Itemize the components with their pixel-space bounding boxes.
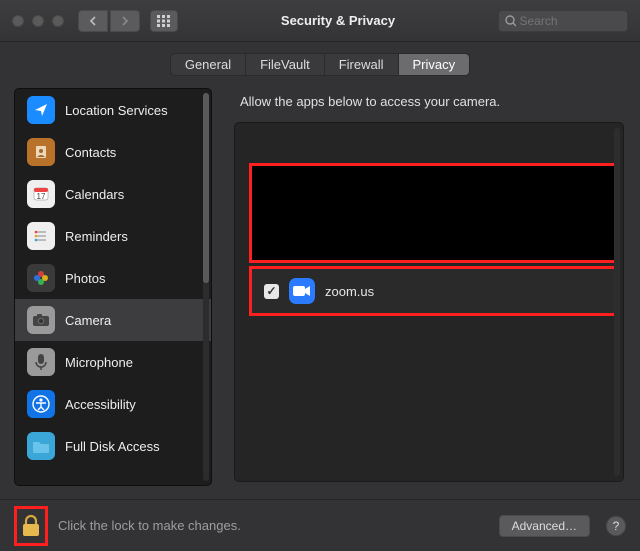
camera-icon (27, 306, 55, 334)
chevron-left-icon (89, 16, 97, 26)
sidebar-item-label: Camera (65, 313, 111, 328)
sidebar-item-reminders[interactable]: Reminders (15, 215, 211, 257)
photos-icon (27, 264, 55, 292)
contacts-icon (27, 138, 55, 166)
svg-text:17: 17 (37, 192, 46, 201)
sidebar-item-location[interactable]: Location Services (15, 89, 211, 131)
lock-icon (21, 514, 41, 538)
help-button[interactable]: ? (606, 516, 626, 536)
instruction-text: Allow the apps below to access your came… (224, 88, 626, 121)
sidebar-item-label: Accessibility (65, 397, 136, 412)
zoom-app-icon (289, 278, 315, 304)
folder-icon (27, 432, 55, 460)
sidebar-item-contacts[interactable]: Contacts (15, 131, 211, 173)
tabs: General FileVault Firewall Privacy (170, 53, 470, 76)
sidebar-item-label: Microphone (65, 355, 133, 370)
app-row-zoom[interactable]: ✓ zoom.us (249, 266, 617, 316)
tab-firewall[interactable]: Firewall (325, 54, 399, 75)
advanced-button[interactable]: Advanced… (499, 515, 590, 537)
footer: Click the lock to make changes. Advanced… (0, 499, 640, 551)
app-checkbox[interactable]: ✓ (264, 284, 279, 299)
privacy-sidebar: Location Services Contacts 17 Calendars … (14, 88, 212, 486)
search-field[interactable] (498, 10, 628, 32)
window-controls (12, 15, 64, 27)
tab-bar: General FileVault Firewall Privacy (0, 42, 640, 86)
sidebar-item-label: Photos (65, 271, 105, 286)
sidebar-item-label: Reminders (65, 229, 128, 244)
sidebar-item-photos[interactable]: Photos (15, 257, 211, 299)
lock-button[interactable] (14, 506, 48, 546)
main-panel: Allow the apps below to access your came… (224, 88, 626, 486)
search-icon (505, 15, 516, 27)
nav-group (78, 10, 140, 32)
sidebar-item-microphone[interactable]: Microphone (15, 341, 211, 383)
sidebar-item-fulldisk[interactable]: Full Disk Access (15, 425, 211, 467)
lock-hint: Click the lock to make changes. (58, 518, 241, 533)
reminders-icon (27, 222, 55, 250)
location-icon (27, 96, 55, 124)
zoom-window[interactable] (52, 15, 64, 27)
applist-scrollbar[interactable] (614, 128, 620, 476)
chevron-right-icon (121, 16, 129, 26)
window-title: Security & Privacy (186, 13, 490, 28)
sidebar-item-camera[interactable]: Camera (15, 299, 211, 341)
sidebar-item-label: Full Disk Access (65, 439, 160, 454)
sidebar-item-label: Contacts (65, 145, 116, 160)
forward-button[interactable] (110, 10, 140, 32)
back-button[interactable] (78, 10, 108, 32)
tab-filevault[interactable]: FileVault (246, 54, 325, 75)
sidebar-scrollbar-thumb[interactable] (203, 93, 209, 283)
minimize-window[interactable] (32, 15, 44, 27)
sidebar-item-label: Location Services (65, 103, 168, 118)
highlight-redacted (249, 163, 617, 263)
content: Location Services Contacts 17 Calendars … (14, 88, 626, 486)
tab-privacy[interactable]: Privacy (399, 54, 470, 75)
app-name: zoom.us (325, 284, 374, 299)
sidebar-item-accessibility[interactable]: Accessibility (15, 383, 211, 425)
search-input[interactable] (520, 14, 622, 28)
close-window[interactable] (12, 15, 24, 27)
show-all-button[interactable] (150, 10, 178, 32)
microphone-icon (27, 348, 55, 376)
calendars-icon: 17 (27, 180, 55, 208)
accessibility-icon (27, 390, 55, 418)
titlebar: Security & Privacy (0, 0, 640, 42)
sidebar-item-calendars[interactable]: 17 Calendars (15, 173, 211, 215)
app-list: ✓ zoom.us (234, 122, 624, 482)
sidebar-item-label: Calendars (65, 187, 124, 202)
tab-general[interactable]: General (171, 54, 246, 75)
grid-icon (157, 15, 171, 27)
